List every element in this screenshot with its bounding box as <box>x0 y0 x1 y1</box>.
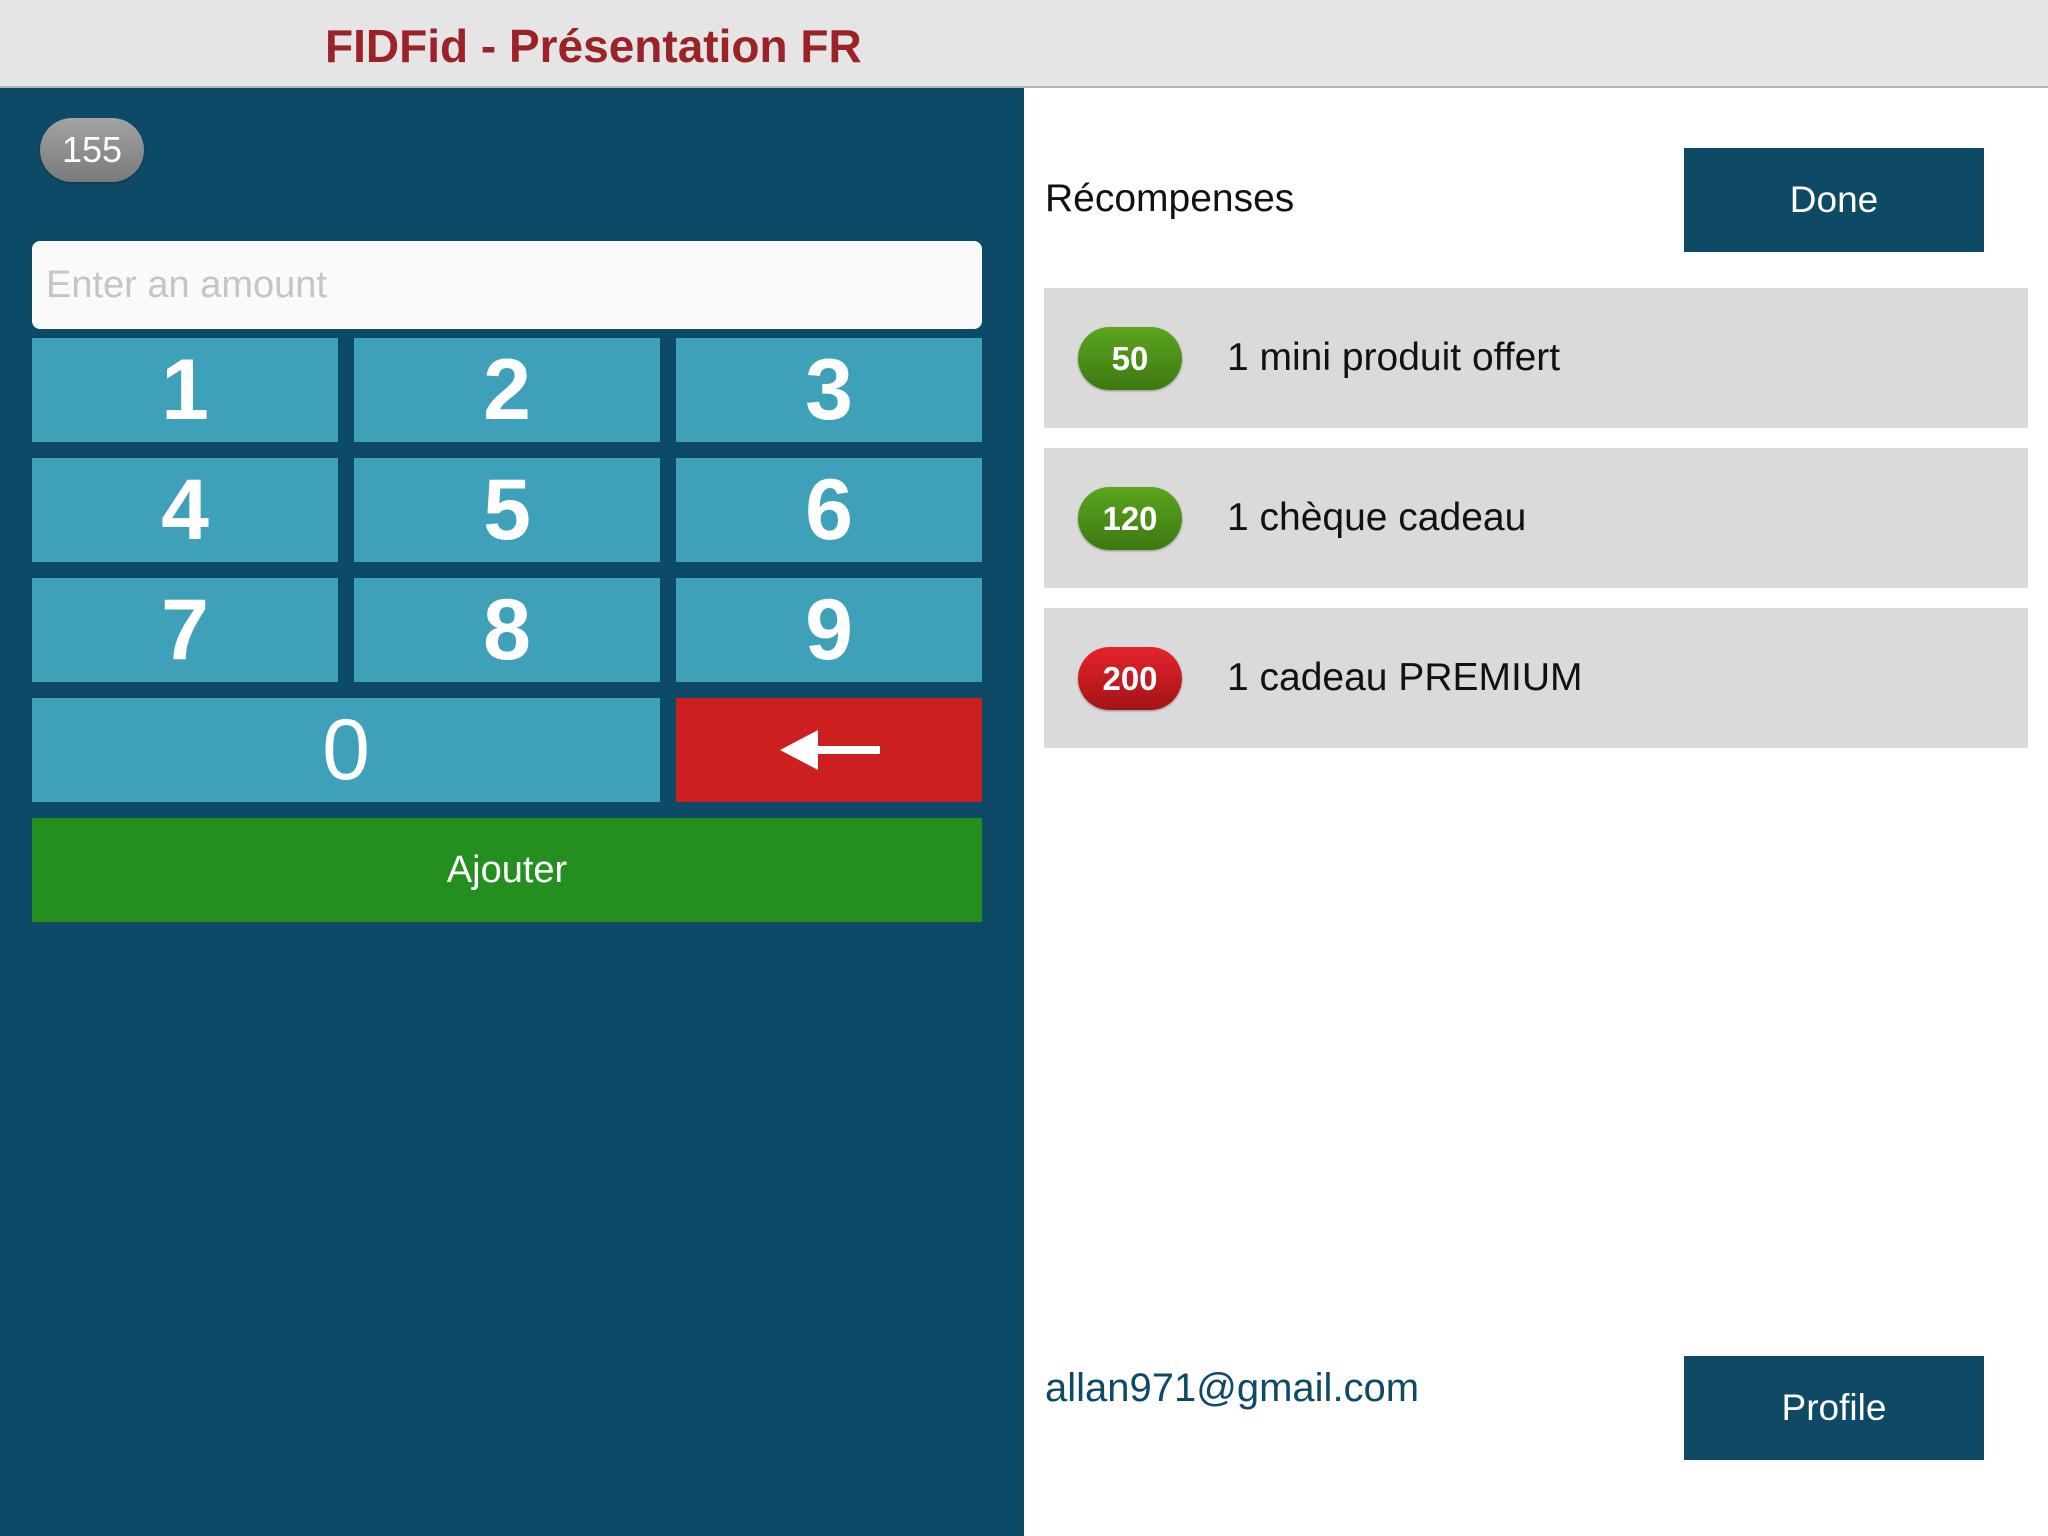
keypad-key-2[interactable]: 2 <box>354 338 660 442</box>
keypad-key-4[interactable]: 4 <box>32 458 338 562</box>
amount-input[interactable] <box>32 241 982 329</box>
profile-button[interactable]: Profile <box>1684 1356 1984 1460</box>
add-button[interactable]: Ajouter <box>32 818 982 922</box>
amount-entry-panel: 155 1 2 3 4 5 6 7 8 9 0 Ajouter <box>0 88 1024 1536</box>
backspace-button[interactable] <box>676 698 982 802</box>
reward-points-badge: 200 <box>1078 647 1182 710</box>
keypad-key-5[interactable]: 5 <box>354 458 660 562</box>
keypad-key-3[interactable]: 3 <box>676 338 982 442</box>
user-email: allan971@gmail.com <box>1045 1366 1420 1410</box>
keypad-key-8[interactable]: 8 <box>354 578 660 682</box>
reward-points-badge: 120 <box>1078 487 1182 550</box>
keypad-key-9[interactable]: 9 <box>676 578 982 682</box>
reward-label: 1 chèque cadeau <box>1227 496 1527 539</box>
done-button[interactable]: Done <box>1684 148 1984 252</box>
reward-label: 1 cadeau PREMIUM <box>1227 656 1583 699</box>
arrow-left-icon <box>780 730 880 770</box>
reward-item[interactable]: 120 1 chèque cadeau <box>1044 448 2028 588</box>
points-balance-badge: 155 <box>40 118 144 182</box>
keypad-key-7[interactable]: 7 <box>32 578 338 682</box>
reward-item[interactable]: 50 1 mini produit offert <box>1044 288 2028 428</box>
reward-label: 1 mini produit offert <box>1227 336 1561 379</box>
reward-points-badge: 50 <box>1078 327 1182 390</box>
rewards-title: Récompenses <box>1045 177 1295 220</box>
page-title: FIDFid - Présentation FR <box>325 20 862 72</box>
keypad-key-6[interactable]: 6 <box>676 458 982 562</box>
keypad-key-0[interactable]: 0 <box>32 698 660 802</box>
reward-item[interactable]: 200 1 cadeau PREMIUM <box>1044 608 2028 748</box>
keypad-key-1[interactable]: 1 <box>32 338 338 442</box>
app-header: FIDFid - Présentation FR <box>0 0 2048 88</box>
